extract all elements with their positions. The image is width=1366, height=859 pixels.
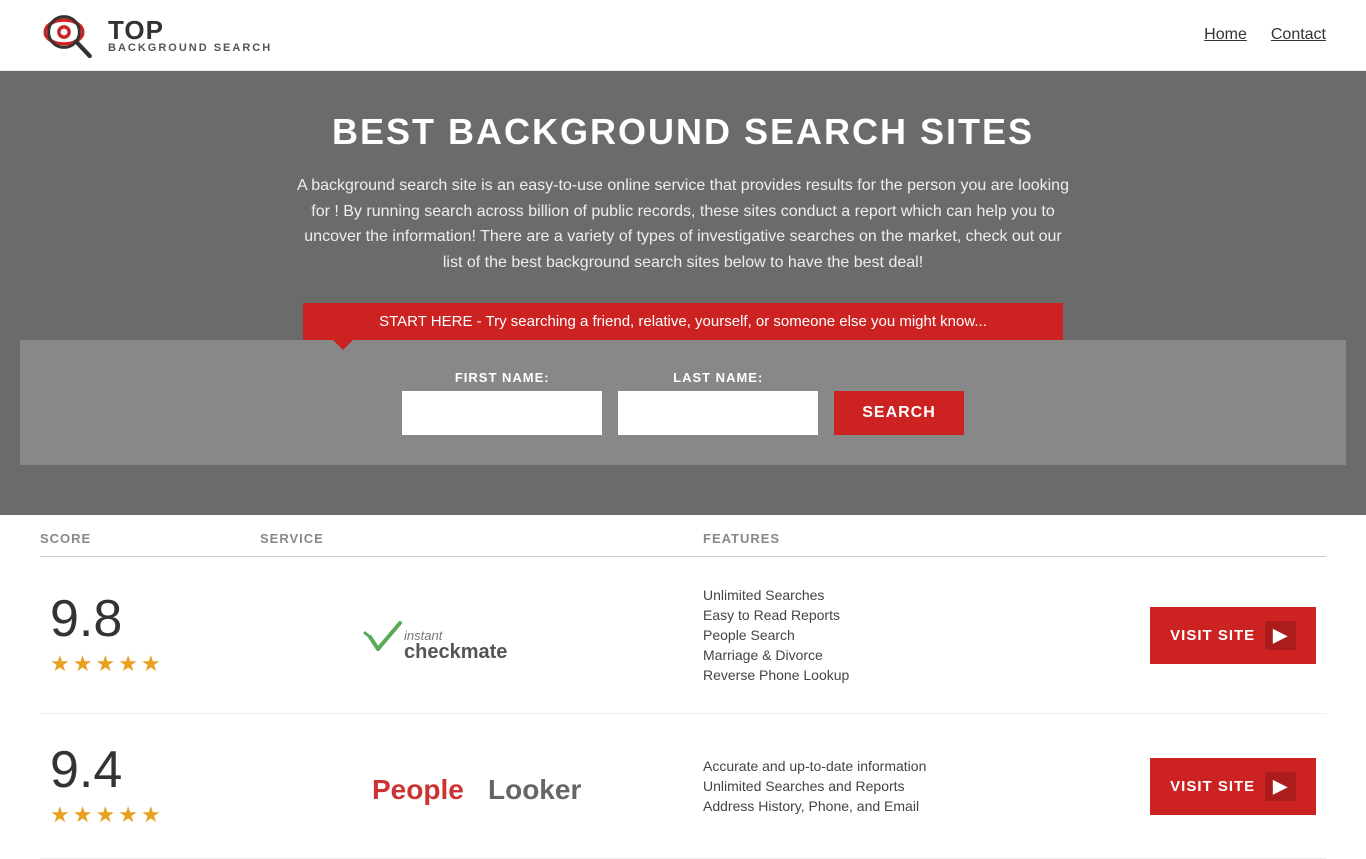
search-button[interactable]: SEARCH [834, 391, 964, 435]
visit-button-2[interactable]: VISIT SITE ▶ [1150, 758, 1316, 815]
star2-1: ★ [50, 802, 70, 828]
logo-text: TOP BACKGROUND SEARCH [108, 17, 272, 54]
logo-top-text: TOP [108, 17, 272, 43]
first-name-input[interactable] [402, 391, 602, 435]
results-area: SCORE SERVICE FEATURES 9.8 ★ ★ ★ ★ ★ [0, 515, 1366, 859]
visit-cell-1: VISIT SITE ▶ [1146, 607, 1326, 664]
visit-label-1: VISIT SITE [1170, 627, 1255, 644]
star2-2: ★ [73, 802, 93, 828]
star2-5: ★ [141, 802, 161, 828]
hero-description: A background search site is an easy-to-u… [293, 173, 1073, 275]
feature-1-1: Unlimited Searches [703, 587, 1146, 603]
checkmate-logo: instant checkmate [362, 608, 602, 663]
header: TOP BACKGROUND SEARCH Home Contact [0, 0, 1366, 71]
logo-area: TOP BACKGROUND SEARCH [40, 10, 272, 60]
main-nav: Home Contact [1204, 26, 1326, 44]
header-service: SERVICE [260, 531, 703, 546]
hero-section: BEST BACKGROUND SEARCH SITES A backgroun… [0, 71, 1366, 515]
features-cell-1: Unlimited Searches Easy to Read Reports … [703, 587, 1146, 683]
last-name-group: LAST NAME: [618, 370, 818, 435]
feature-1-4: Marriage & Divorce [703, 647, 1146, 663]
table-header: SCORE SERVICE FEATURES [40, 515, 1326, 557]
nav-contact[interactable]: Contact [1271, 26, 1326, 44]
service-cell-1: instant checkmate [260, 608, 703, 663]
star2-4: ★ [118, 802, 138, 828]
svg-text:checkmate: checkmate [404, 641, 507, 663]
visit-arrow-2: ▶ [1265, 772, 1296, 801]
star-2: ★ [73, 651, 93, 677]
people-looker-logo: People Looker [372, 761, 592, 811]
features-cell-2: Accurate and up-to-date information Unli… [703, 758, 1146, 814]
service-cell-2: People Looker [260, 761, 703, 811]
table-row: 9.8 ★ ★ ★ ★ ★ instant checkmate [40, 557, 1326, 714]
star2-3: ★ [95, 802, 115, 828]
score-cell-2: 9.4 ★ ★ ★ ★ ★ [40, 744, 260, 828]
feature-1-3: People Search [703, 627, 1146, 643]
star-4: ★ [118, 651, 138, 677]
feature-2-3: Address History, Phone, and Email [703, 798, 1146, 814]
logo-bottom-text: BACKGROUND SEARCH [108, 43, 272, 54]
score-cell-1: 9.8 ★ ★ ★ ★ ★ [40, 593, 260, 677]
visit-cell-2: VISIT SITE ▶ [1146, 758, 1326, 815]
last-name-input[interactable] [618, 391, 818, 435]
logo-icon [40, 10, 100, 60]
feature-2-1: Accurate and up-to-date information [703, 758, 1146, 774]
star-5: ★ [141, 651, 161, 677]
svg-text:People: People [372, 774, 464, 805]
feature-2-2: Unlimited Searches and Reports [703, 778, 1146, 794]
visit-label-2: VISIT SITE [1170, 778, 1255, 795]
search-form-area: FIRST NAME: LAST NAME: SEARCH [20, 340, 1346, 465]
feature-1-5: Reverse Phone Lookup [703, 667, 1146, 683]
header-action [1146, 531, 1326, 546]
visit-arrow-1: ▶ [1265, 621, 1296, 650]
first-name-group: FIRST NAME: [402, 370, 602, 435]
stars-1: ★ ★ ★ ★ ★ [50, 651, 161, 677]
feature-1-2: Easy to Read Reports [703, 607, 1146, 623]
last-name-label: LAST NAME: [618, 370, 818, 385]
stars-2: ★ ★ ★ ★ ★ [50, 802, 161, 828]
svg-text:Looker: Looker [488, 774, 581, 805]
star-1: ★ [50, 651, 70, 677]
first-name-label: FIRST NAME: [402, 370, 602, 385]
table-row-2: 9.4 ★ ★ ★ ★ ★ People Looker Accurate and… [40, 714, 1326, 859]
score-number-2: 9.4 [50, 744, 122, 796]
search-form: FIRST NAME: LAST NAME: SEARCH [40, 370, 1326, 435]
header-score: SCORE [40, 531, 260, 546]
hero-title: BEST BACKGROUND SEARCH SITES [20, 111, 1346, 153]
header-features: FEATURES [703, 531, 1146, 546]
nav-home[interactable]: Home [1204, 26, 1247, 44]
search-banner: START HERE - Try searching a friend, rel… [303, 303, 1063, 340]
star-3: ★ [95, 651, 115, 677]
visit-button-1[interactable]: VISIT SITE ▶ [1150, 607, 1316, 664]
score-number-1: 9.8 [50, 593, 122, 645]
